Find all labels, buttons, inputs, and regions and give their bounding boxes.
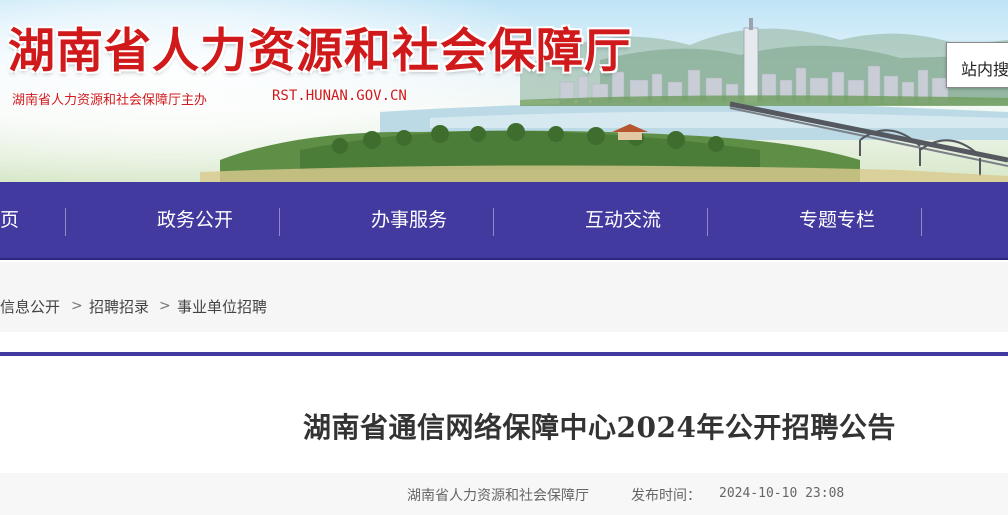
site-search-label: 站内搜	[961, 60, 1008, 79]
header-banner: 湖南省人力资源和社会保障厅 湖南省人力资源和社会保障厅主办 RST.HUNAN.…	[0, 0, 1008, 182]
nav-item-interaction[interactable]: 互动交流	[585, 182, 661, 258]
nav-item-services[interactable]: 办事服务	[371, 182, 447, 258]
article-title: 湖南省通信网络保障中心2024年公开招聘公告	[303, 411, 896, 444]
section-divider	[0, 352, 1008, 356]
breadcrumb-item-public-institution[interactable]: 事业单位招聘	[177, 296, 267, 317]
nav-divider	[707, 208, 708, 236]
breadcrumb-item-recruitment[interactable]: 招聘招录	[89, 296, 149, 317]
breadcrumb-item-info-disclosure[interactable]: 信息公开	[0, 296, 60, 317]
nav-divider	[65, 208, 66, 236]
breadcrumb-separator: >	[71, 298, 83, 314]
nav-item-home[interactable]: 页	[0, 182, 19, 258]
site-domain: RST.HUNAN.GOV.CN	[272, 88, 407, 104]
publish-time-label: 发布时间：	[631, 488, 701, 504]
nav-divider	[921, 208, 922, 236]
nav-item-special-topics[interactable]: 专题专栏	[799, 182, 875, 258]
nav-divider	[493, 208, 494, 236]
article-meta: 湖南省人力资源和社会保障厅 发布时间： 2024-10-10 23:08	[0, 473, 1008, 515]
publish-date: 2024-10-10 23:08	[719, 486, 845, 501]
nav-item-government-affairs[interactable]: 政务公开	[157, 182, 233, 258]
article-source: 湖南省人力资源和社会保障厅	[407, 488, 589, 504]
nav-divider	[279, 208, 280, 236]
site-title: 湖南省人力资源和社会保障厅	[8, 24, 632, 79]
site-search-button[interactable]: 站内搜	[946, 42, 1008, 88]
site-sponsor: 湖南省人力资源和社会保障厅主办	[12, 93, 208, 108]
main-nav: 页 政务公开 办事服务 互动交流 专题专栏	[0, 182, 1008, 260]
breadcrumb: 信息公开 > 招聘招录 > 事业单位招聘	[0, 262, 1008, 332]
breadcrumb-separator: >	[159, 298, 171, 314]
